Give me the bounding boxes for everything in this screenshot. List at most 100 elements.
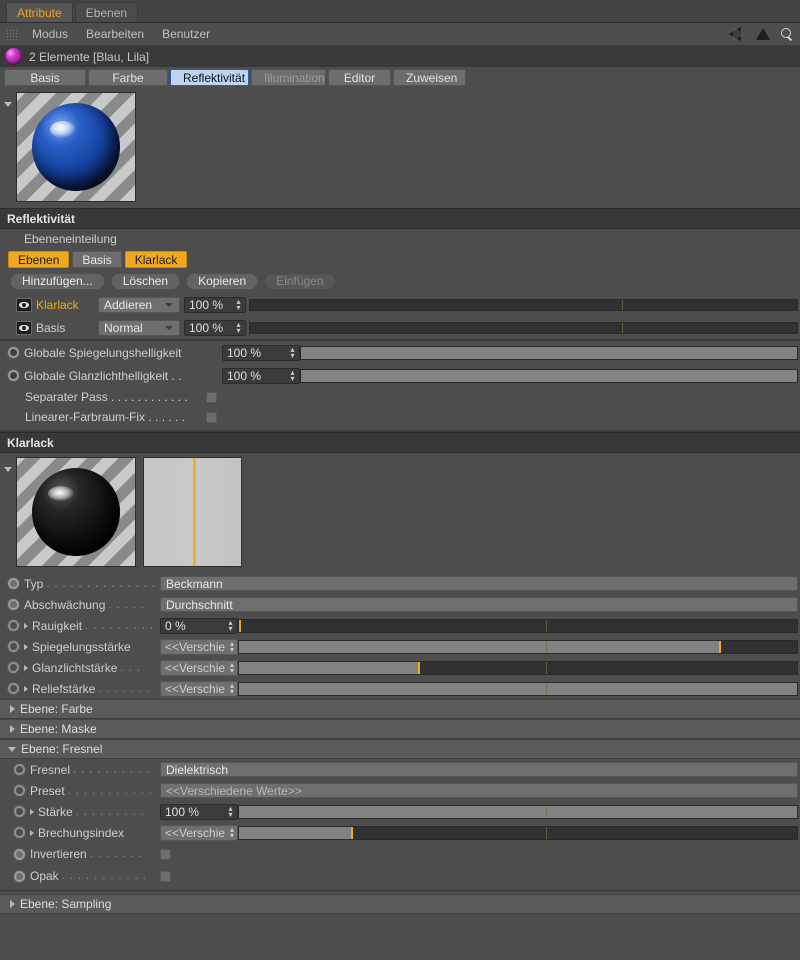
- spinner-icon[interactable]: ▴▾: [229, 641, 237, 653]
- layer-amount-slider-klarlack[interactable]: [249, 299, 798, 311]
- tab-editor[interactable]: Editor: [328, 69, 391, 86]
- copy-layer-button[interactable]: Kopieren: [186, 273, 258, 290]
- spinner-icon[interactable]: ▴▾: [234, 299, 245, 311]
- pill-klarlack[interactable]: Klarlack: [125, 251, 188, 268]
- animation-track-dot-icon[interactable]: [8, 578, 19, 589]
- animation-track-dot-icon[interactable]: [14, 849, 25, 860]
- spiegelungsstaerke-slider[interactable]: [238, 640, 798, 654]
- pill-basis[interactable]: Basis: [72, 251, 121, 268]
- brechungsindex-input[interactable]: <<Verschie ▴▾: [160, 825, 238, 841]
- animation-track-dot-icon[interactable]: [14, 806, 25, 817]
- menu-item-benutzer[interactable]: Benutzer: [153, 23, 219, 45]
- spinner-icon[interactable]: ▴▾: [288, 370, 299, 382]
- material-preview-swatch[interactable]: [16, 92, 136, 202]
- menu-item-bearbeiten[interactable]: Bearbeiten: [77, 23, 153, 45]
- spinner-icon[interactable]: ▴▾: [234, 322, 245, 334]
- glanzlichtstaerke-input[interactable]: <<Verschie ▴▾: [160, 660, 238, 676]
- tab-reflektivitaet[interactable]: Reflektivität: [170, 69, 249, 86]
- linearer-farbraum-fix-checkbox[interactable]: [206, 412, 217, 423]
- eye-icon[interactable]: [16, 298, 32, 312]
- preview-collapse-toggle[interactable]: [0, 92, 16, 110]
- globale-glanzlichthelligkeit-slider[interactable]: [300, 369, 798, 383]
- up-triangle-icon[interactable]: [756, 28, 770, 40]
- band-ebene-sampling[interactable]: Ebene: Sampling: [0, 894, 800, 914]
- animation-track-dot-icon[interactable]: [8, 370, 19, 381]
- spinner-icon[interactable]: ▴▾: [229, 683, 237, 695]
- spinner-icon[interactable]: ▴▾: [229, 662, 237, 674]
- layer-name-basis: Basis: [36, 321, 98, 335]
- fresnel-combo[interactable]: Dielektrisch: [160, 762, 798, 777]
- animation-track-dot-icon[interactable]: [8, 683, 19, 694]
- chevron-right-icon[interactable]: [30, 830, 34, 836]
- opak-checkbox[interactable]: [160, 871, 171, 882]
- spiegelungsstaerke-input[interactable]: <<Verschie ▴▾: [160, 639, 238, 655]
- label-cell: Glanzlichtstärke . . .: [24, 661, 160, 675]
- animation-track-dot-icon[interactable]: [8, 620, 19, 631]
- globale-glanzlichthelligkeit-input[interactable]: 100 % ▴▾: [222, 368, 300, 384]
- animation-track-dot-icon[interactable]: [8, 599, 19, 610]
- eye-icon[interactable]: [16, 321, 32, 335]
- band-ebene-maske[interactable]: Ebene: Maske: [0, 719, 800, 739]
- layer-blendmode-klarlack[interactable]: Addieren: [98, 297, 180, 313]
- layer-amount-slider-basis[interactable]: [249, 322, 798, 334]
- typ-combo[interactable]: Beckmann: [160, 576, 798, 591]
- tab-zuweisen[interactable]: Zuweisen: [393, 69, 466, 86]
- window-tab-attribute[interactable]: Attribute: [6, 2, 73, 22]
- invertieren-checkbox[interactable]: [160, 849, 171, 860]
- animation-track-dot-icon[interactable]: [14, 871, 25, 882]
- animation-track-dot-icon[interactable]: [14, 785, 25, 796]
- globale-spiegelungshelligkeit-input[interactable]: 100 % ▴▾: [222, 345, 300, 361]
- rauigkeit-input[interactable]: 0 % ▴▾: [160, 618, 238, 634]
- layer-amount-klarlack[interactable]: 100 % ▴▾: [184, 297, 246, 313]
- klarlack-collapse-toggle[interactable]: [0, 457, 16, 475]
- animation-track-dot-icon[interactable]: [14, 827, 25, 838]
- layer-row-basis[interactable]: Basis Normal 100 % ▴▾: [0, 316, 800, 339]
- separater-pass-checkbox[interactable]: [206, 392, 217, 403]
- spinner-icon[interactable]: ▴▾: [288, 347, 299, 359]
- add-layer-button[interactable]: Hinzufügen...: [10, 273, 105, 290]
- spinner-icon[interactable]: ▴▾: [226, 806, 237, 818]
- leader-dots: . . . . . . .: [98, 683, 160, 695]
- klarlack-gradient-preview[interactable]: [143, 457, 242, 567]
- staerke-slider[interactable]: [238, 805, 798, 819]
- animation-track-dot-icon[interactable]: [8, 662, 19, 673]
- search-icon[interactable]: [781, 28, 794, 41]
- label-cell: Invertieren . . . . . . .: [30, 847, 160, 861]
- tab-illumination[interactable]: Illumination: [251, 69, 326, 86]
- staerke-input[interactable]: 100 % ▴▾: [160, 804, 238, 820]
- preset-combo[interactable]: <<Verschiedene Werte>>: [160, 783, 798, 798]
- pill-ebenen[interactable]: Ebenen: [8, 251, 69, 268]
- rauigkeit-slider[interactable]: [238, 619, 798, 633]
- tab-farbe[interactable]: Farbe: [88, 69, 168, 86]
- layer-row-klarlack[interactable]: Klarlack Addieren 100 % ▴▾: [0, 293, 800, 316]
- label-cell: Reliefstärke . . . . . . .: [24, 682, 160, 696]
- menu-item-modus[interactable]: Modus: [23, 23, 77, 45]
- brechungsindex-slider[interactable]: [238, 826, 798, 840]
- layer-blendmode-basis[interactable]: Normal: [98, 320, 180, 336]
- grip-dots-icon[interactable]: [6, 29, 17, 40]
- glanzlichtstaerke-slider[interactable]: [238, 661, 798, 675]
- tab-basis[interactable]: Basis: [4, 69, 86, 86]
- chevron-right-icon[interactable]: [24, 665, 28, 671]
- delete-layer-button[interactable]: Löschen: [111, 273, 180, 290]
- forward-triangle-icon[interactable]: [733, 27, 745, 41]
- layer-amount-basis[interactable]: 100 % ▴▾: [184, 320, 246, 336]
- chevron-right-icon[interactable]: [24, 686, 28, 692]
- band-ebene-fresnel[interactable]: Ebene: Fresnel: [0, 739, 800, 759]
- reliefstaerke-slider[interactable]: [238, 682, 798, 696]
- globale-spiegelungshelligkeit-slider[interactable]: [300, 346, 798, 360]
- reliefstaerke-input[interactable]: <<Verschie ▴▾: [160, 681, 238, 697]
- chevron-right-icon[interactable]: [24, 644, 28, 650]
- window-tab-ebenen[interactable]: Ebenen: [75, 2, 138, 22]
- spinner-icon[interactable]: ▴▾: [226, 620, 237, 632]
- animation-track-dot-icon[interactable]: [8, 347, 19, 358]
- spinner-icon[interactable]: ▴▾: [229, 827, 237, 839]
- animation-track-dot-icon[interactable]: [14, 764, 25, 775]
- klarlack-preview-swatch[interactable]: [16, 457, 136, 567]
- layer-name-klarlack: Klarlack: [36, 298, 98, 312]
- band-ebene-farbe[interactable]: Ebene: Farbe: [0, 699, 800, 719]
- chevron-right-icon[interactable]: [30, 809, 34, 815]
- abschwaechung-combo[interactable]: Durchschnitt: [160, 597, 798, 612]
- chevron-right-icon[interactable]: [24, 623, 28, 629]
- animation-track-dot-icon[interactable]: [8, 641, 19, 652]
